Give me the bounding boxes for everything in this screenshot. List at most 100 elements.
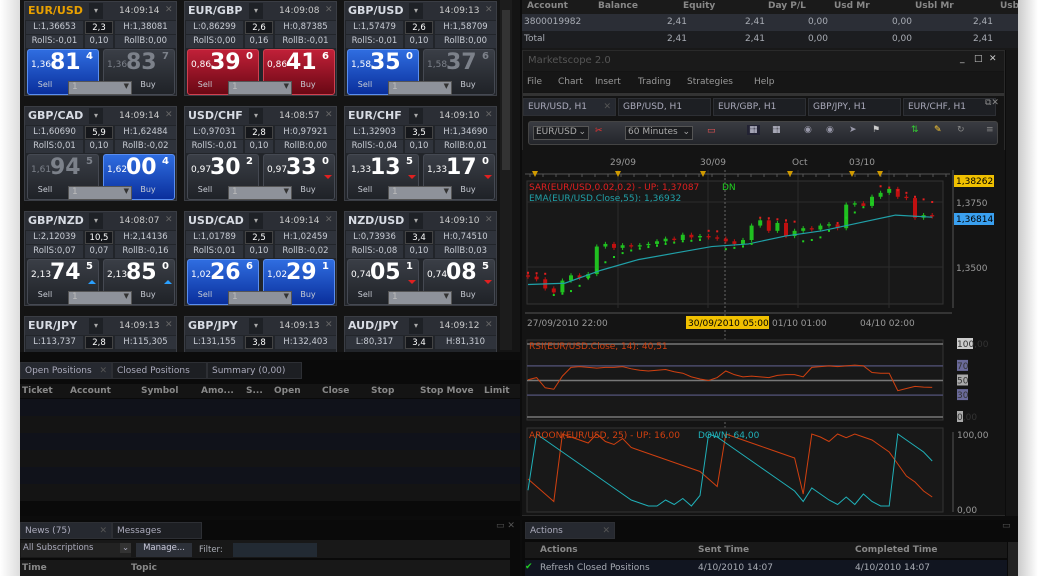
close-icon[interactable]: ✕ <box>165 320 173 330</box>
amount-select[interactable]: 1 ▼ <box>228 291 292 305</box>
amount-select[interactable]: 1 ▼ <box>68 186 132 200</box>
pair-name[interactable]: NZD/USD <box>348 214 404 227</box>
close-icon[interactable]: ✕ <box>165 215 173 225</box>
amount-select[interactable]: 1 ▼ <box>68 291 132 305</box>
chevron-down-icon[interactable]: ▾ <box>89 3 103 19</box>
refresh-icon[interactable]: ↻ <box>957 125 965 135</box>
close-tab-icon[interactable]: ✕ <box>99 366 107 376</box>
chevron-down-icon[interactable]: ▾ <box>249 318 263 334</box>
flag-icon[interactable]: ⚑ <box>872 125 880 135</box>
positions-col[interactable]: Account <box>70 386 111 396</box>
pair-name[interactable]: GBP/JPY <box>188 319 238 332</box>
rates-scrollbar-thumb[interactable] <box>502 10 510 170</box>
pair-name[interactable]: EUR/JPY <box>28 319 77 332</box>
amount-select[interactable]: 1 ▼ <box>388 186 452 200</box>
actions-scrollbar[interactable] <box>1008 542 1018 576</box>
pair-name[interactable]: GBP/USD <box>348 4 403 17</box>
pair-name[interactable]: USD/CAD <box>188 214 244 227</box>
amount-select[interactable]: 1 ▼ <box>68 81 132 95</box>
positions-col[interactable]: Limit <box>484 386 510 396</box>
tab-positions[interactable]: Summary (0,00) <box>207 362 302 379</box>
zoom-out-icon[interactable]: ◉ <box>826 125 834 135</box>
tab-messages[interactable]: Messages <box>112 522 202 539</box>
account-row[interactable]: 3800019982 2,41 2,41 0,00 0,00 2,41 <box>522 14 1018 31</box>
close-icon[interactable]: ✕ <box>485 215 493 225</box>
timeframe-select[interactable]: 60 Minutes ⌄ <box>625 126 693 140</box>
col-usbl-mr[interactable]: Usbl Mr <box>915 1 954 11</box>
col-actions[interactable]: Actions <box>540 545 578 555</box>
amount-select[interactable]: 1 ▼ <box>228 186 292 200</box>
account-row[interactable]: Total 2,41 2,41 0,00 0,00 2,41 <box>522 31 1018 48</box>
positions-col[interactable]: Stop <box>371 386 394 396</box>
menu-strategies[interactable]: Strategies <box>687 77 733 87</box>
chart-tab[interactable]: GBP/USD, H1 <box>618 98 711 116</box>
chevron-down-icon[interactable]: ▾ <box>409 108 423 124</box>
positions-col[interactable]: Open <box>274 386 301 396</box>
close-icon[interactable]: ✕ <box>485 320 493 330</box>
amount-select[interactable]: 1 ▼ <box>228 81 292 95</box>
positions-col[interactable]: Amo... <box>201 386 234 396</box>
positions-col[interactable]: Ticket <box>22 386 53 396</box>
col-day-pl[interactable]: Day P/L <box>768 1 806 11</box>
bar-view-icon[interactable]: ▦ <box>772 125 781 135</box>
menu-trading[interactable]: Trading <box>638 77 671 87</box>
toolbar-more-icon[interactable]: ≡ <box>986 125 994 135</box>
col-completed-time[interactable]: Completed Time <box>855 545 938 555</box>
amount-select[interactable]: 1 ▼ <box>388 81 452 95</box>
amount-select[interactable]: 1 ▼ <box>388 291 452 305</box>
col-equity[interactable]: Equity <box>683 1 715 11</box>
panel-restore-icon[interactable]: ▭ ✕ <box>496 521 515 531</box>
menu-file[interactable]: File <box>527 77 542 87</box>
maximize-icon[interactable]: □ <box>974 54 983 64</box>
table-row[interactable] <box>20 467 520 484</box>
close-icon[interactable]: ✕ <box>485 110 493 120</box>
pair-name[interactable]: EUR/CHF <box>348 109 402 122</box>
chevron-down-icon[interactable]: ▾ <box>249 213 263 229</box>
action-row[interactable]: ✔ Refresh Closed Positions 4/10/2010 14:… <box>525 560 1007 576</box>
symbol-select[interactable]: EUR/USD ⌄ <box>533 126 589 140</box>
close-icon[interactable]: ✕ <box>325 5 333 15</box>
chart-tab[interactable]: GBP/JPY, H1 <box>808 98 901 116</box>
pair-name[interactable]: EUR/USD <box>28 4 83 17</box>
pair-name[interactable]: EUR/GBP <box>188 4 242 17</box>
pair-name[interactable]: USD/CHF <box>188 109 243 122</box>
menu-insert[interactable]: Insert <box>595 77 621 87</box>
cursor-icon[interactable]: ➤ <box>849 125 857 135</box>
col-topic[interactable]: Topic <box>131 563 157 573</box>
pair-name[interactable]: AUD/JPY <box>348 319 398 332</box>
chevron-down-icon[interactable]: ▾ <box>249 3 263 19</box>
col-balance[interactable]: Balance <box>598 1 638 11</box>
chevron-down-icon[interactable]: ▾ <box>249 108 263 124</box>
subscription-select[interactable]: All Subscriptions ⌄ <box>21 543 131 557</box>
close-icon[interactable]: ✕ <box>165 110 173 120</box>
close-icon[interactable]: ✕ <box>325 320 333 330</box>
menu-help[interactable]: Help <box>754 77 775 87</box>
col-time[interactable]: Time <box>22 563 47 573</box>
minimize-icon[interactable]: _ <box>960 54 965 64</box>
chevron-down-icon[interactable]: ▾ <box>409 3 423 19</box>
pair-name[interactable]: GBP/NZD <box>28 214 84 227</box>
tab-positions[interactable]: Open Positions ✕ <box>20 362 112 379</box>
chart-tab[interactable]: EUR/GBP, H1 <box>713 98 806 116</box>
positions-col[interactable]: S... <box>246 386 263 396</box>
positions-col[interactable]: Symbol <box>141 386 178 396</box>
table-row[interactable] <box>20 433 520 450</box>
chart-tab[interactable]: EUR/CHF, H1 <box>903 98 996 116</box>
restore-icon[interactable]: ⧉✕ <box>985 98 999 108</box>
tab-actions[interactable]: Actions ✕ <box>525 522 615 539</box>
indicator-icon[interactable]: ▭ <box>707 126 716 136</box>
close-tab-icon[interactable]: ✕ <box>99 526 107 536</box>
positions-col[interactable]: Close <box>322 386 349 396</box>
chevron-down-icon[interactable]: ▾ <box>89 213 103 229</box>
filter-input[interactable] <box>233 543 317 557</box>
chart-tab[interactable]: EUR/USD, H1 ✕ <box>523 98 616 116</box>
close-tab-icon[interactable]: ✕ <box>602 526 610 536</box>
col-account[interactable]: Account <box>527 1 568 11</box>
note-icon[interactable]: ✎ <box>934 125 942 135</box>
unlink-icon[interactable]: ✂ <box>595 126 603 136</box>
table-row[interactable] <box>20 399 520 416</box>
chevron-down-icon[interactable]: ▾ <box>89 108 103 124</box>
pair-name[interactable]: GBP/CAD <box>28 109 83 122</box>
tab-positions[interactable]: Closed Positions <box>112 362 207 379</box>
close-icon[interactable]: ✕ <box>165 5 173 15</box>
